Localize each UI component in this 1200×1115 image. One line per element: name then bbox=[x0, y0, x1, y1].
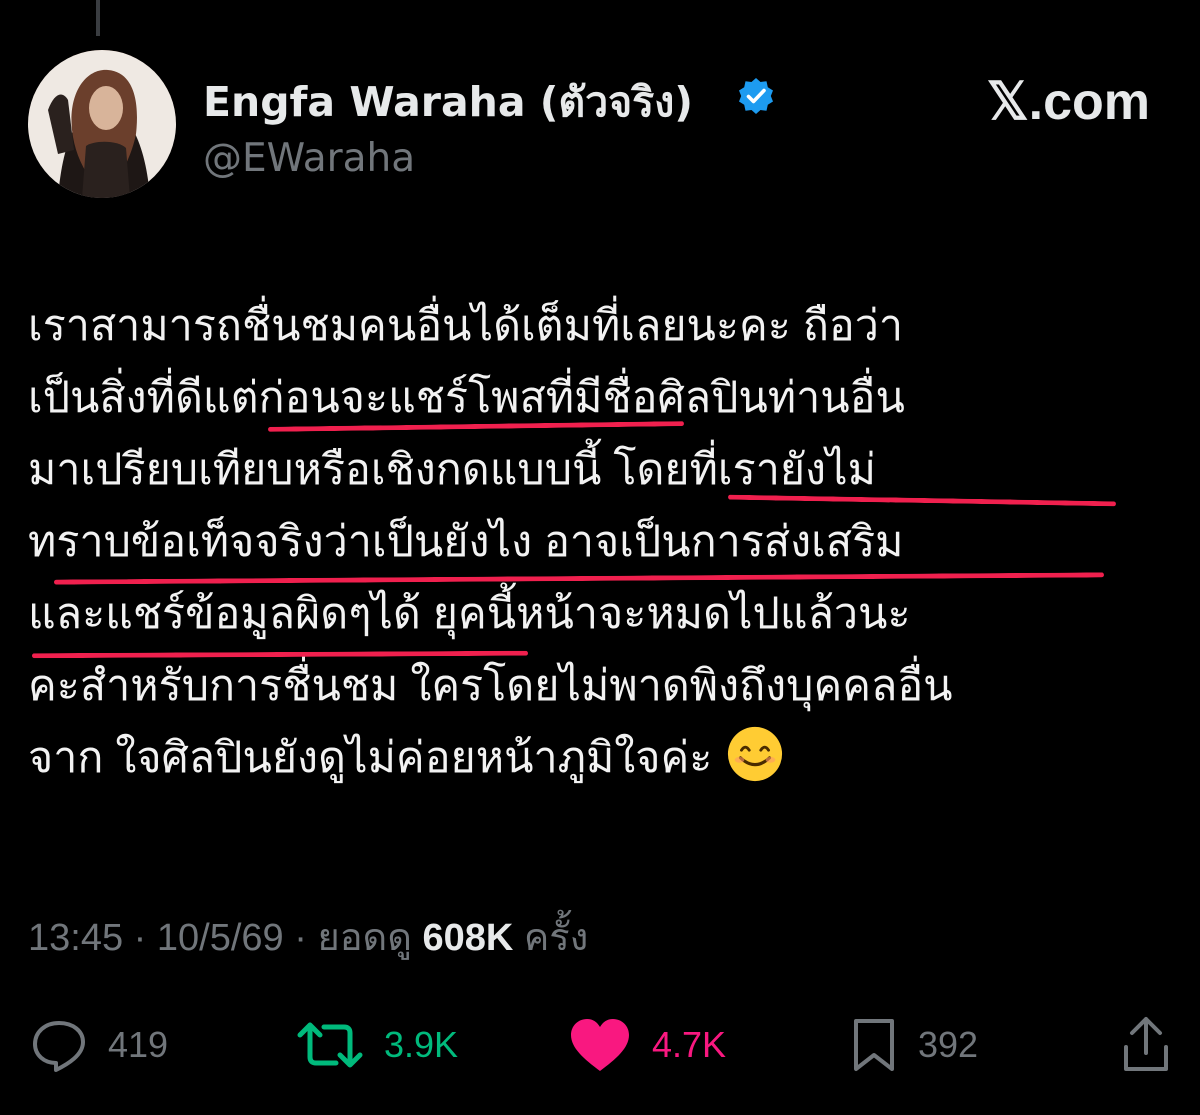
tweet-line: คะสำหรับการชื่นชม ใครโดยไม่พาดพิงถึงบุคค… bbox=[28, 662, 953, 710]
tweet-line: และแชร์ข้อมูลผิดๆได้ ยุคนี้หน้าจะหมดไปแล… bbox=[28, 590, 911, 638]
reply-count: 419 bbox=[108, 1024, 169, 1065]
views-suffix: ครั้ง bbox=[523, 917, 589, 959]
repost-button[interactable]: 3.9K bbox=[296, 1010, 458, 1080]
tweet-action-bar: 419 3.9K 4.7K 392 bbox=[0, 1010, 1200, 1080]
views-count[interactable]: 608K bbox=[422, 917, 513, 959]
smiling-face-emoji-icon bbox=[728, 726, 783, 782]
repost-icon bbox=[297, 1022, 363, 1068]
meta-separator: · bbox=[133, 917, 147, 959]
reply-icon bbox=[33, 1021, 85, 1072]
bookmark-icon bbox=[854, 1019, 894, 1071]
heart-icon bbox=[571, 1019, 629, 1071]
bookmark-button[interactable]: 392 bbox=[850, 1010, 978, 1080]
tweet-line-last: จาก ใจศิลปินยังดูไม่ค่อยหน้าภูมิใจค่ะ bbox=[28, 722, 1178, 794]
tweet-line: มาเปรียบเทียบหรือเชิงกดแบบนี้ โดยที่เราย… bbox=[28, 446, 877, 494]
tweet-metadata: 13:45 · 10/5/69 · ยอดดู 608K ครั้ง bbox=[28, 906, 588, 967]
like-button[interactable]: 4.7K bbox=[568, 1010, 726, 1080]
share-icon bbox=[1124, 1017, 1168, 1071]
like-count: 4.7K bbox=[652, 1024, 727, 1065]
share-button[interactable] bbox=[1120, 1010, 1172, 1080]
tweet-line: ทราบข้อเท็จจริงว่าเป็นยังไง อาจเป็นการส่… bbox=[28, 518, 904, 566]
bookmark-count: 392 bbox=[918, 1024, 979, 1065]
reply-button[interactable]: 419 bbox=[30, 1010, 168, 1080]
views-prefix: ยอดดู bbox=[317, 917, 412, 959]
site-watermark: 𝕏.com bbox=[986, 73, 1150, 131]
tweet-time[interactable]: 13:45 bbox=[28, 917, 123, 959]
verified-badge-icon bbox=[739, 78, 773, 114]
tweet-line: เราสามารถชื่นชมคนอื่นได้เต็มที่เลยนะคะ ถ… bbox=[28, 302, 903, 350]
thread-connector-line bbox=[96, 0, 100, 36]
tweet-line-text: จาก ใจศิลปินยังดูไม่ค่อยหน้าภูมิใจค่ะ bbox=[28, 734, 713, 782]
author-display-name[interactable]: Engfa Waraha (ตัวจริง) bbox=[203, 70, 693, 135]
tweet-date[interactable]: 10/5/69 bbox=[157, 917, 284, 959]
meta-separator: · bbox=[294, 917, 307, 959]
repost-count: 3.9K bbox=[384, 1024, 459, 1065]
author-handle[interactable]: @EWaraha bbox=[203, 136, 415, 181]
author-avatar[interactable] bbox=[28, 50, 176, 198]
tweet-body: เราสามารถชื่นชมคนอื่นได้เต็มที่เลยนะคะ ถ… bbox=[28, 290, 1178, 794]
avatar-image bbox=[28, 50, 176, 198]
